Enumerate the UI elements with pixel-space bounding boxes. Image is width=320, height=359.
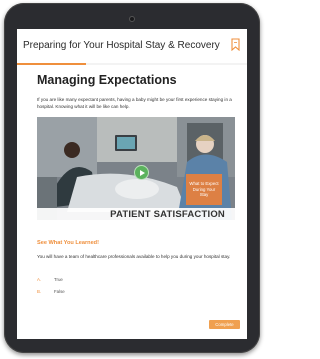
video-title-text: What to Expect During Your Stay (189, 181, 219, 198)
video-caption-bar: PATIENT SATISFACTION (37, 208, 235, 220)
option-letter: A. (37, 277, 42, 282)
quiz-option-false[interactable]: B. False (37, 288, 65, 296)
play-button[interactable] (134, 165, 149, 180)
bookmark-icon[interactable] (231, 38, 240, 51)
option-letter: B. (37, 289, 42, 294)
course-title: Preparing for Your Hospital Stay & Recov… (23, 40, 220, 51)
video-caption: PATIENT SATISFACTION (110, 209, 225, 220)
course-progress-fill (17, 63, 86, 65)
quiz-question: You will have a team of healthcare profe… (37, 254, 231, 259)
lesson-heading: Managing Expectations (37, 73, 177, 87)
course-header: Preparing for Your Hospital Stay & Recov… (17, 29, 247, 64)
course-progress-bar (17, 63, 247, 65)
video-player[interactable]: What to Expect During Your Stay PATIENT … (37, 117, 235, 220)
video-title-overlay: What to Expect During Your Stay (186, 174, 222, 205)
app-screen: Preparing for Your Hospital Stay & Recov… (17, 29, 247, 339)
quiz-title: See What You Learned! (37, 240, 99, 246)
option-label: True (54, 277, 63, 282)
camera-dot (129, 16, 135, 22)
option-label: False (54, 289, 65, 294)
lesson-intro: If you are like many expectant parents, … (37, 97, 232, 109)
tablet-device: Preparing for Your Hospital Stay & Recov… (4, 3, 260, 353)
quiz-option-true[interactable]: A. True (37, 276, 63, 284)
complete-button[interactable]: Complete (209, 320, 240, 329)
